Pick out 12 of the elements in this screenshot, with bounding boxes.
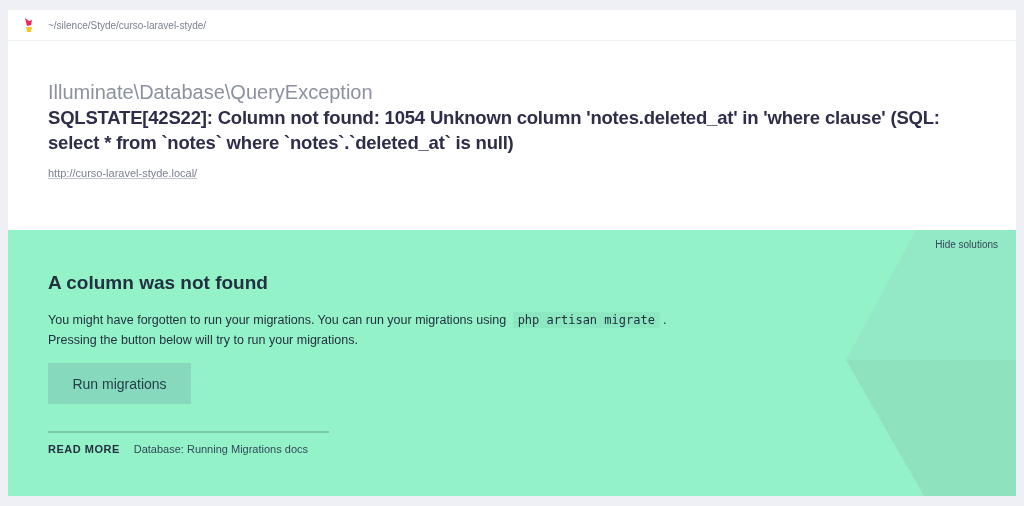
solution-title: A column was not found bbox=[48, 272, 269, 294]
project-path: ~/silence/Styde/curso-laravel-styde/ bbox=[48, 19, 207, 31]
solution-description: You might have forgotten to run your migrations. You can run your migrations using php artisan migrate . bbox=[48, 311, 668, 330]
hide-solutions-link[interactable]: Hide solutions bbox=[935, 239, 998, 250]
read-more-label: READ MORE bbox=[48, 443, 120, 455]
solution-description: Pressing the button below will try to run your migrations. bbox=[48, 332, 359, 349]
exception-class: Illuminate\Database\QueryException bbox=[48, 80, 374, 105]
docs-link[interactable]: Database: Running Migrations docs bbox=[133, 443, 308, 455]
run-migrations-button[interactable]: Run migrations bbox=[48, 363, 191, 404]
exception-message: SQLSTATE[42S22]: Column not found: 1054 Unknown column 'notes.deleted_at' in 'where clause' (SQL: select * from `notes` where `notes`.`deleted_at` is null) bbox=[48, 106, 941, 155]
request-url-link[interactable]: http://curso-laravel-styde.local/ bbox=[48, 167, 198, 179]
logo-icon bbox=[24, 18, 34, 32]
